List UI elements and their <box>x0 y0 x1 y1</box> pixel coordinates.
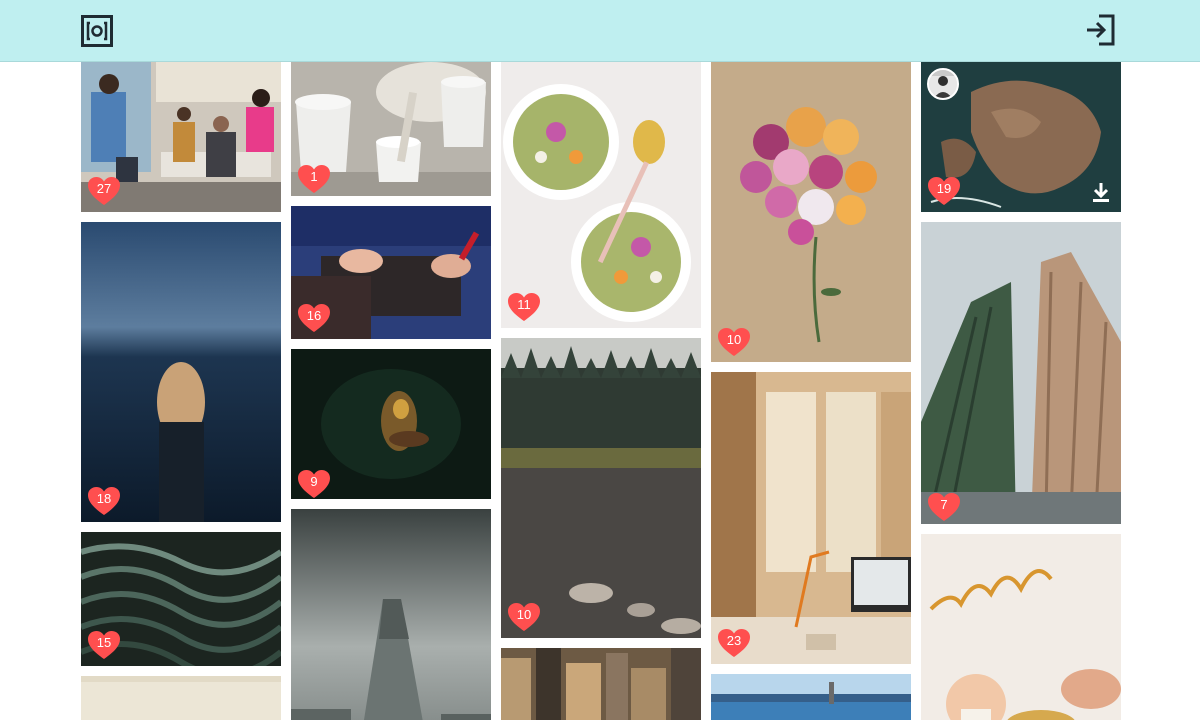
photo-beach-pier <box>711 674 911 720</box>
like-count: 10 <box>726 332 742 347</box>
like-count: 11 <box>517 297 531 312</box>
like-count: 19 <box>936 181 952 196</box>
photo-office-desk <box>711 372 911 664</box>
photo-tile[interactable] <box>921 534 1121 720</box>
photo-tile[interactable]: 1 <box>291 62 491 196</box>
like-count: 18 <box>96 491 112 506</box>
like-badge[interactable]: 23 <box>717 628 751 658</box>
photo-tile[interactable]: 11 <box>501 62 701 328</box>
photo-tile[interactable] <box>291 509 491 720</box>
photo-tile[interactable]: 27 <box>81 62 281 212</box>
like-badge[interactable]: 19 <box>927 176 961 206</box>
photo-woman-in-sea <box>81 222 281 522</box>
like-count: 16 <box>306 308 322 323</box>
like-count: 7 <box>940 497 948 512</box>
user-avatar[interactable] <box>927 68 959 100</box>
like-count: 15 <box>96 635 112 650</box>
photo-tile[interactable]: 7 <box>921 222 1121 524</box>
photo-tile[interactable]: 23 <box>711 372 911 664</box>
camera-frame-logo-icon[interactable] <box>81 15 113 47</box>
like-count: 27 <box>96 181 112 196</box>
like-count: 1 <box>310 169 318 184</box>
photo-tile[interactable]: 16 <box>291 206 491 339</box>
like-badge[interactable]: 11 <box>507 292 541 322</box>
like-count: 10 <box>516 607 532 622</box>
photo-birthday-baby <box>921 534 1121 720</box>
like-count: 23 <box>726 633 742 648</box>
photo-tile[interactable]: 10 <box>711 62 911 362</box>
like-badge[interactable]: 9 <box>297 469 331 499</box>
photo-tile[interactable]: 9 <box>291 349 491 499</box>
photo-tile[interactable]: 18 <box>81 222 281 522</box>
photo-tile[interactable] <box>81 676 281 720</box>
photo-tile[interactable] <box>501 648 701 720</box>
like-badge[interactable]: 18 <box>87 486 121 516</box>
top-navigation-bar <box>0 0 1200 62</box>
like-count: 9 <box>310 474 318 489</box>
like-badge[interactable]: 27 <box>87 176 121 206</box>
photo-grid: 27 18 15 1 16 9 11 10 10 23 19 7 <box>0 0 1200 720</box>
download-button[interactable] <box>1089 180 1113 204</box>
photo-tile[interactable]: 10 <box>501 338 701 638</box>
avatar-image <box>929 70 957 98</box>
like-badge[interactable]: 10 <box>717 327 751 357</box>
photo-tile[interactable] <box>711 674 911 720</box>
like-badge[interactable]: 15 <box>87 630 121 660</box>
like-badge[interactable]: 16 <box>297 303 331 333</box>
sign-in-icon[interactable] <box>1084 13 1118 47</box>
photo-tile[interactable]: 19 <box>921 62 1121 212</box>
photo-tower-building <box>291 509 491 720</box>
photo-green-soup <box>501 62 701 328</box>
photo-forest-lake <box>501 338 701 638</box>
download-icon <box>1093 183 1109 202</box>
photo-wall-bottom <box>81 676 281 720</box>
like-badge[interactable]: 10 <box>507 602 541 632</box>
photo-twin-towers <box>921 222 1121 524</box>
photo-city-skyline <box>501 648 701 720</box>
photo-flower-bouquet <box>711 62 911 362</box>
like-badge[interactable]: 1 <box>297 164 331 194</box>
photo-tile[interactable]: 15 <box>81 532 281 666</box>
like-badge[interactable]: 7 <box>927 492 961 522</box>
